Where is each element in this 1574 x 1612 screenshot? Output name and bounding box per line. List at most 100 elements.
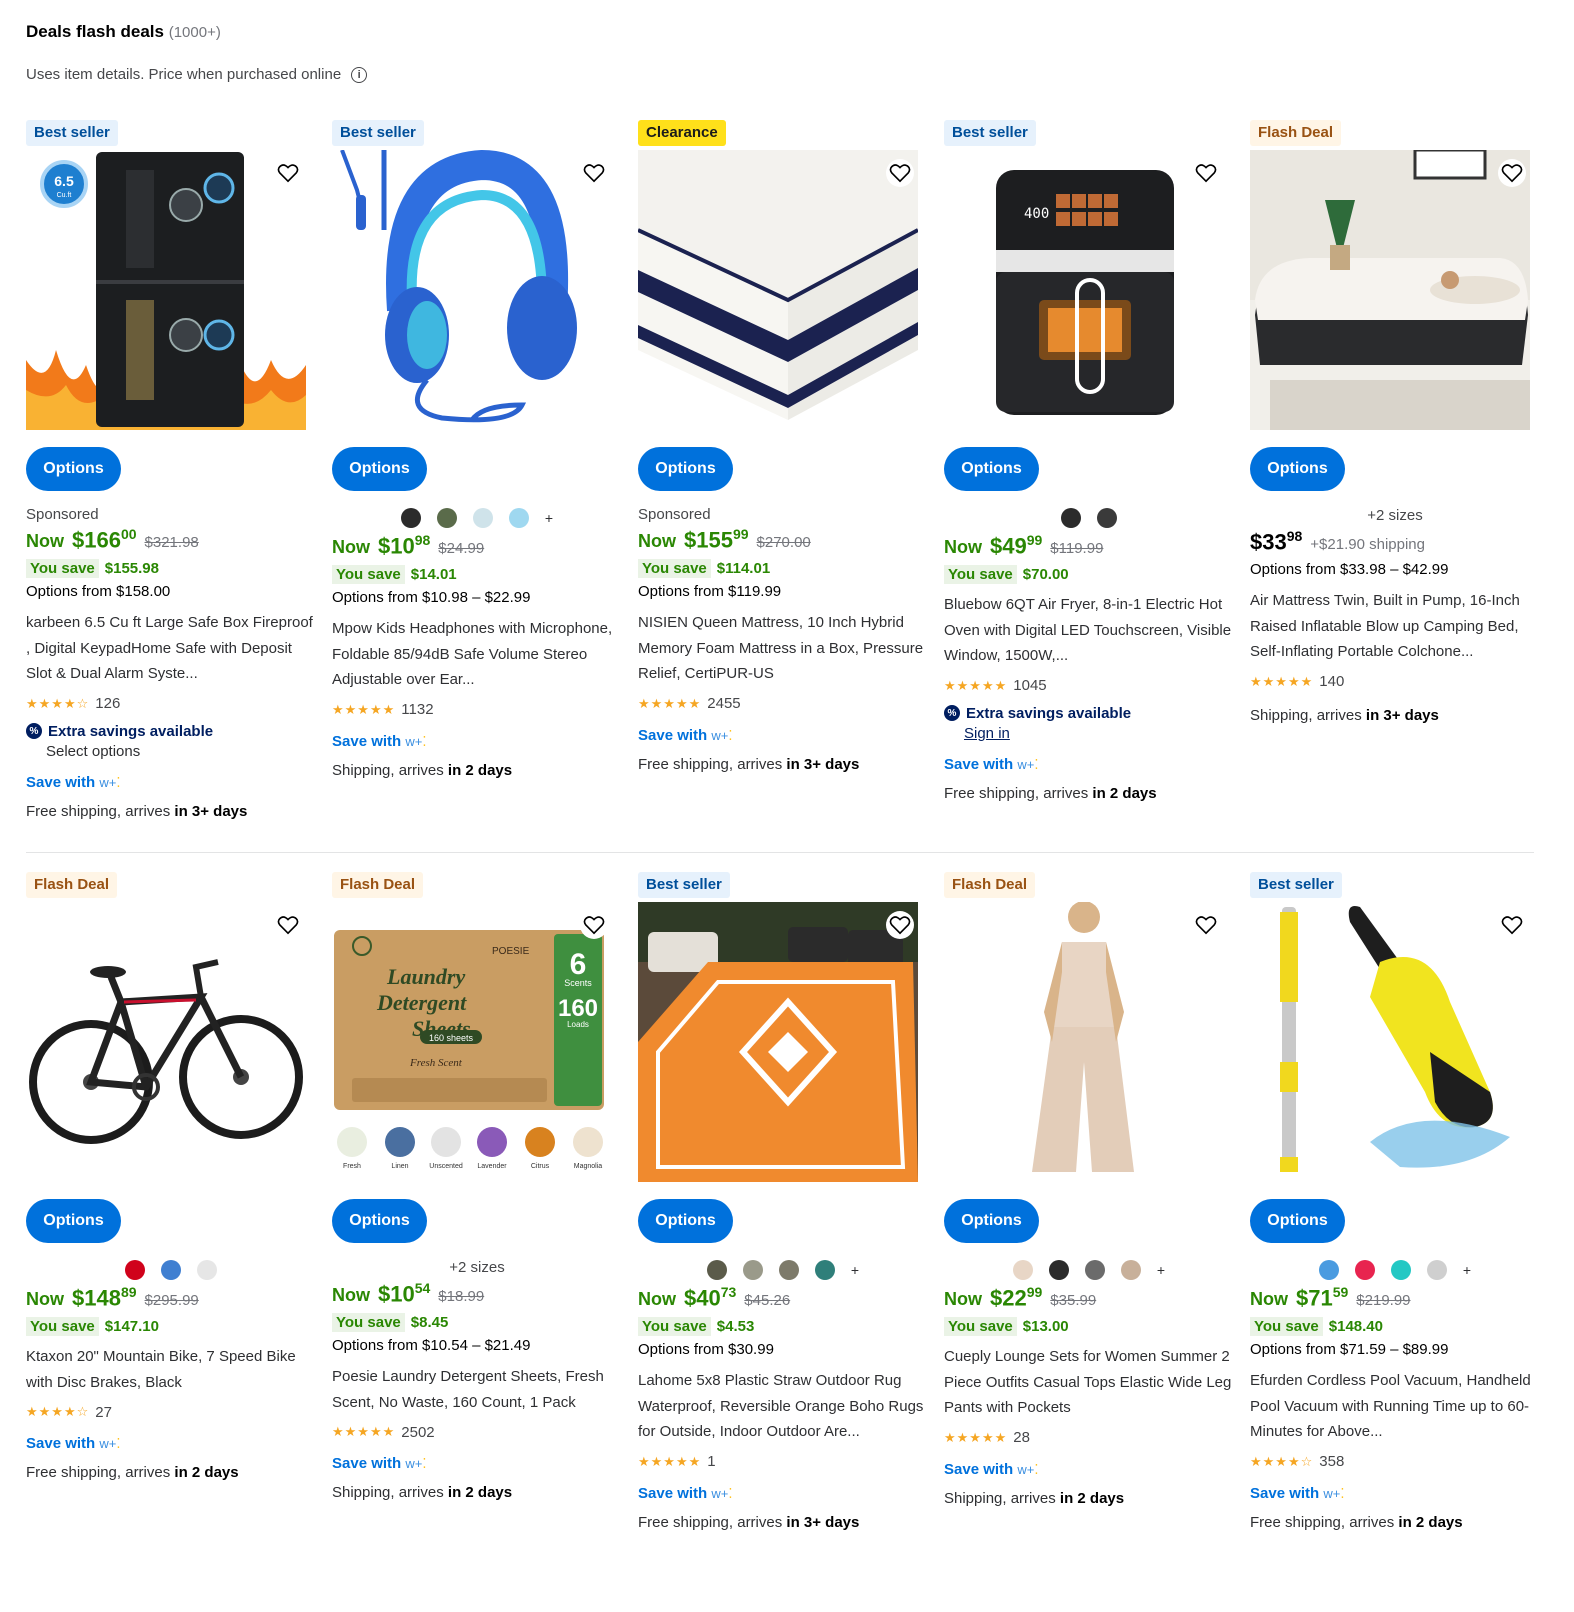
- color-swatch[interactable]: [436, 508, 457, 528]
- color-swatch[interactable]: [1120, 1260, 1141, 1280]
- options-button[interactable]: Options: [638, 447, 733, 491]
- color-swatch[interactable]: [472, 508, 493, 528]
- product-image[interactable]: POESIE Laundry Detergent Sheets 160 shee…: [332, 902, 612, 1182]
- options-button[interactable]: Options: [1250, 1199, 1345, 1243]
- color-swatch[interactable]: [814, 1260, 835, 1280]
- product-card[interactable]: Flash Deal Options Now $14889 $295.99 You sa…: [26, 872, 332, 1481]
- color-swatch[interactable]: [161, 1260, 181, 1280]
- price-line: Now $4073 $45.26: [638, 1284, 928, 1314]
- color-swatch[interactable]: [1097, 508, 1117, 528]
- color-swatch[interactable]: [1061, 508, 1081, 528]
- price-line: Now $15599 $270.00: [638, 526, 928, 556]
- product-title[interactable]: Air Mattress Twin, Built in Pump, 16-Inc…: [1250, 588, 1540, 665]
- color-swatch[interactable]: [197, 1260, 217, 1280]
- save-with-walmart-plus[interactable]: Save with w+⁚: [944, 756, 1234, 773]
- options-button[interactable]: Options: [332, 447, 427, 491]
- more-swatches-indicator[interactable]: +: [1157, 1262, 1165, 1278]
- save-with-walmart-plus[interactable]: Save with w+⁚: [638, 727, 928, 744]
- color-swatch[interactable]: [1354, 1260, 1375, 1280]
- price-cents: 99: [1026, 532, 1043, 548]
- product-title[interactable]: karbeen 6.5 Cu ft Large Safe Box Firepro…: [26, 610, 316, 687]
- shipping-info: Shipping, arrives in 2 days: [332, 1484, 622, 1501]
- product-image[interactable]: [638, 902, 918, 1182]
- product-title[interactable]: Lahome 5x8 Plastic Straw Outdoor Rug Wat…: [638, 1368, 928, 1445]
- product-card[interactable]: Best seller 6.5 Cu.ft Options Sponsored No…: [26, 120, 332, 820]
- favorite-heart-icon[interactable]: [1192, 159, 1220, 187]
- product-image[interactable]: [332, 150, 612, 430]
- product-details: Sponsored Now $16600 $321.98 You save $155.98…: [26, 504, 316, 820]
- product-title[interactable]: Bluebow 6QT Air Fryer, 8-in-1 Electric H…: [944, 592, 1234, 669]
- product-card[interactable]: Best seller 400 Options Now $4999 $119.99 Yo…: [944, 120, 1250, 802]
- product-title[interactable]: Efurden Cordless Pool Vacuum, Handheld P…: [1250, 1368, 1540, 1445]
- options-button[interactable]: Options: [1250, 447, 1345, 491]
- product-title[interactable]: Poesie Laundry Detergent Sheets, Fresh S…: [332, 1364, 622, 1415]
- product-title[interactable]: NISIEN Queen Mattress, 10 Inch Hybrid Me…: [638, 610, 928, 687]
- more-swatches-indicator[interactable]: +: [545, 510, 553, 526]
- save-with-walmart-plus[interactable]: Save with w+⁚: [638, 1485, 928, 1502]
- product-image[interactable]: [26, 902, 306, 1182]
- you-save-amount: $13.00: [1022, 1317, 1069, 1335]
- product-card[interactable]: Best seller Options + Now $4073 $45.26 You sa…: [638, 872, 944, 1531]
- color-swatch[interactable]: [508, 508, 529, 528]
- favorite-heart-icon[interactable]: [580, 911, 608, 939]
- product-title[interactable]: Mpow Kids Headphones with Microphone, Fo…: [332, 616, 622, 693]
- options-button[interactable]: Options: [944, 447, 1039, 491]
- options-button[interactable]: Options: [638, 1199, 733, 1243]
- favorite-heart-icon[interactable]: [274, 911, 302, 939]
- favorite-heart-icon[interactable]: [274, 159, 302, 187]
- review-count: 2455: [707, 695, 741, 712]
- save-with-walmart-plus[interactable]: Save with w+⁚: [26, 1435, 316, 1452]
- more-swatches-indicator[interactable]: +: [851, 1262, 859, 1278]
- product-title[interactable]: Ktaxon 20" Mountain Bike, 7 Speed Bike w…: [26, 1344, 316, 1395]
- favorite-heart-icon[interactable]: [886, 159, 914, 187]
- color-swatch[interactable]: [1426, 1260, 1447, 1280]
- favorite-heart-icon[interactable]: [1498, 911, 1526, 939]
- save-with-walmart-plus[interactable]: Save with w+⁚: [26, 774, 316, 791]
- favorite-heart-icon[interactable]: [580, 159, 608, 187]
- color-swatch[interactable]: [742, 1260, 763, 1280]
- price-disclaimer: Uses item details. Price when purchased …: [26, 66, 368, 83]
- sign-in-link[interactable]: Sign in: [944, 722, 1234, 746]
- options-button[interactable]: Options: [944, 1199, 1039, 1243]
- options-button[interactable]: Options: [26, 447, 121, 491]
- favorite-heart-icon[interactable]: [1192, 911, 1220, 939]
- save-with-text: Save with: [944, 755, 1014, 773]
- info-icon[interactable]: i: [351, 66, 368, 83]
- color-swatch[interactable]: [706, 1260, 727, 1280]
- color-swatch[interactable]: [778, 1260, 799, 1280]
- save-with-walmart-plus[interactable]: Save with w+⁚: [332, 733, 622, 750]
- you-save: You save $14.01: [332, 562, 622, 586]
- color-swatch[interactable]: [400, 508, 421, 528]
- product-image[interactable]: [944, 902, 1224, 1182]
- color-swatch[interactable]: [1390, 1260, 1411, 1280]
- save-with-walmart-plus[interactable]: Save with w+⁚: [332, 1455, 622, 1472]
- product-image[interactable]: [638, 150, 918, 430]
- shipping-eta: in 2 days: [1398, 1513, 1463, 1531]
- more-swatches-indicator[interactable]: +: [1463, 1262, 1471, 1278]
- product-card[interactable]: Flash Deal POESIE Laundry Detergent Shee…: [332, 872, 638, 1501]
- options-button[interactable]: Options: [332, 1199, 427, 1243]
- color-swatch[interactable]: [125, 1260, 145, 1280]
- product-image[interactable]: [1250, 150, 1530, 430]
- was-price: $270.00: [756, 534, 811, 552]
- product-image[interactable]: 6.5 Cu.ft: [26, 150, 306, 430]
- product-card[interactable]: Best seller Options + Now $1098 $24.99 You sa…: [332, 120, 638, 779]
- color-swatch[interactable]: [1084, 1260, 1105, 1280]
- color-swatch[interactable]: [1012, 1260, 1033, 1280]
- product-image[interactable]: [1250, 902, 1530, 1182]
- price-line: Now $16600 $321.98: [26, 526, 316, 556]
- product-card[interactable]: Clearance Options Sponsored Now $15599 $270.…: [638, 120, 944, 773]
- options-button[interactable]: Options: [26, 1199, 121, 1243]
- color-swatch[interactable]: [1318, 1260, 1339, 1280]
- product-card[interactable]: Flash Deal Options + Now $2299 $35.99 You sav…: [944, 872, 1250, 1507]
- save-with-walmart-plus[interactable]: Save with w+⁚: [944, 1461, 1234, 1478]
- color-swatch[interactable]: [1048, 1260, 1069, 1280]
- favorite-heart-icon[interactable]: [886, 911, 914, 939]
- favorite-heart-icon[interactable]: [1498, 159, 1526, 187]
- options-price-range: Options from $158.00: [26, 583, 171, 600]
- save-with-walmart-plus[interactable]: Save with w+⁚: [1250, 1485, 1540, 1502]
- product-title[interactable]: Cueply Lounge Sets for Women Summer 2 Pi…: [944, 1344, 1234, 1421]
- product-card[interactable]: Flash Deal Options +2 sizes $3398 +$21.90 s…: [1250, 120, 1556, 724]
- product-card[interactable]: Best seller Options + Now $7159 $219.99 You s…: [1250, 872, 1556, 1531]
- product-image[interactable]: 400: [944, 150, 1224, 430]
